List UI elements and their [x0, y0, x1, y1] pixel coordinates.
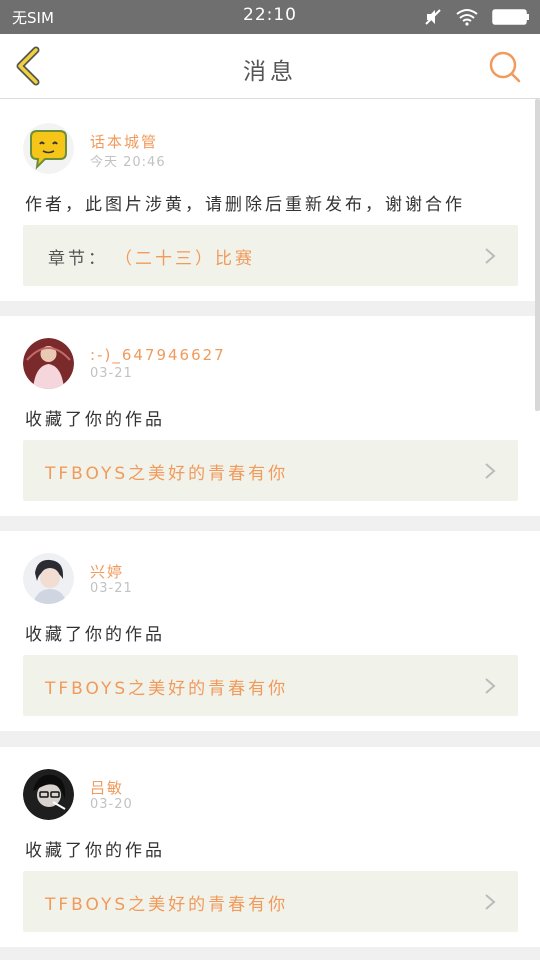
timestamp: 今天 20:46 [90, 155, 166, 170]
avatar[interactable] [23, 553, 74, 604]
timestamp: 03-21 [90, 581, 133, 596]
username[interactable]: 兴婷 [90, 561, 124, 582]
avatar[interactable] [23, 123, 74, 174]
chapter-link[interactable]: 章节： （二十三）比赛 [23, 225, 518, 286]
status-bar: 无SIM 22:10 [0, 0, 540, 34]
message-list: 话本城管 今天 20:46 作者，此图片涉黄，请删除后重新发布，谢谢合作 章节：… [0, 99, 540, 960]
wifi-icon [456, 9, 478, 26]
battery-icon [492, 9, 529, 25]
work-title: TFBOYS之美好的青春有你 [45, 679, 289, 699]
avatar[interactable] [23, 769, 74, 820]
timestamp: 03-21 [90, 366, 133, 381]
message-card: 话本城管 今天 20:46 作者，此图片涉黄，请删除后重新发布，谢谢合作 章节：… [0, 99, 540, 301]
avatar[interactable] [23, 338, 74, 389]
message-text: 收藏了你的作品 [25, 841, 165, 861]
search-icon [489, 51, 521, 83]
status-icons [424, 8, 530, 26]
user-photo-icon [23, 769, 74, 820]
message-card: 兴婷 03-21 收藏了你的作品 TFBOYS之美好的青春有你 [0, 531, 540, 731]
work-link[interactable]: TFBOYS之美好的青春有你 [23, 440, 518, 501]
timestamp: 03-20 [90, 797, 133, 812]
chevron-right-icon [485, 248, 496, 264]
message-text: 收藏了你的作品 [25, 410, 165, 430]
scrollbar[interactable] [535, 99, 540, 411]
username[interactable]: :-)_647946627 [90, 346, 226, 364]
message-card: 吕敏 03-20 收藏了你的作品 TFBOYS之美好的青春有你 [0, 747, 540, 947]
work-link[interactable]: TFBOYS之美好的青春有你 [23, 871, 518, 932]
user-photo-icon [23, 553, 74, 604]
search-button[interactable] [488, 50, 522, 84]
speech-bubble-icon [23, 123, 74, 174]
user-photo-icon [23, 338, 74, 389]
message-text: 作者，此图片涉黄，请删除后重新发布，谢谢合作 [25, 195, 465, 215]
chevron-right-icon [485, 678, 496, 694]
chevron-right-icon [485, 894, 496, 910]
username[interactable]: 吕敏 [90, 777, 124, 798]
work-link[interactable]: TFBOYS之美好的青春有你 [23, 655, 518, 716]
navigation-bar: 消息 [0, 34, 540, 99]
message-card: :-)_647946627 03-21 收藏了你的作品 TFBOYS之美好的青春… [0, 316, 540, 516]
mute-icon [425, 9, 441, 25]
message-text: 收藏了你的作品 [25, 625, 165, 645]
chapter-label: 章节： [48, 249, 108, 269]
chapter-title: （二十三）比赛 [115, 249, 255, 269]
chevron-right-icon [485, 463, 496, 479]
work-title: TFBOYS之美好的青春有你 [45, 464, 289, 484]
page-title: 消息 [243, 59, 297, 85]
username[interactable]: 话本城管 [90, 131, 158, 152]
work-title: TFBOYS之美好的青春有你 [45, 895, 289, 915]
